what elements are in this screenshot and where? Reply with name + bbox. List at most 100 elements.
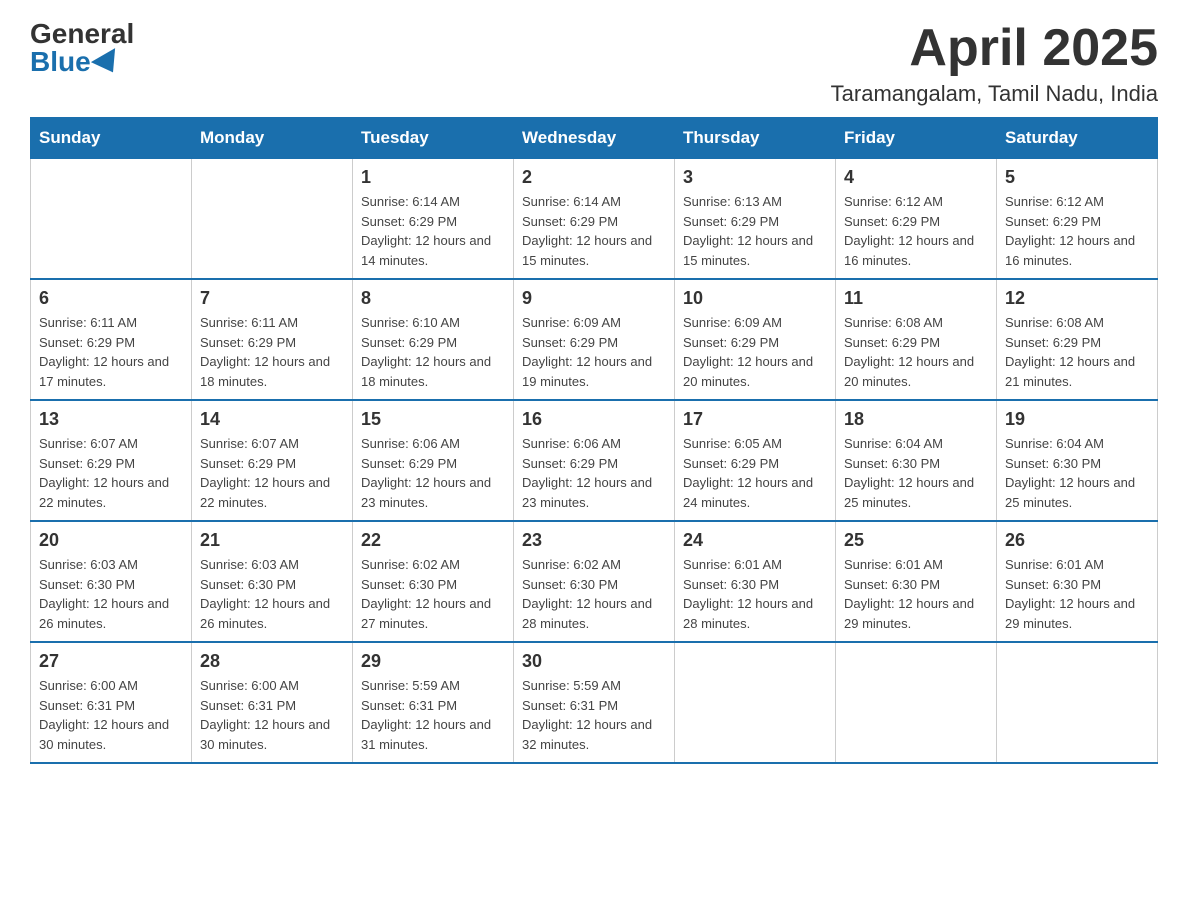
day-cell: 18 Sunrise: 6:04 AMSunset: 6:30 PMDayligh… (836, 400, 997, 521)
day-info: Sunrise: 6:00 AMSunset: 6:31 PMDaylight:… (39, 676, 183, 754)
day-info: Sunrise: 6:12 AMSunset: 6:29 PMDaylight:… (844, 192, 988, 270)
day-cell: 27 Sunrise: 6:00 AMSunset: 6:31 PMDayligh… (31, 642, 192, 763)
day-number: 12 (1005, 288, 1149, 309)
col-header-wednesday: Wednesday (514, 118, 675, 159)
day-info: Sunrise: 6:12 AMSunset: 6:29 PMDaylight:… (1005, 192, 1149, 270)
calendar-title: April 2025 (831, 20, 1158, 77)
col-header-friday: Friday (836, 118, 997, 159)
day-cell: 3 Sunrise: 6:13 AMSunset: 6:29 PMDaylight… (675, 159, 836, 280)
day-cell: 28 Sunrise: 6:00 AMSunset: 6:31 PMDayligh… (192, 642, 353, 763)
day-cell: 17 Sunrise: 6:05 AMSunset: 6:29 PMDayligh… (675, 400, 836, 521)
day-cell: 5 Sunrise: 6:12 AMSunset: 6:29 PMDaylight… (997, 159, 1158, 280)
day-info: Sunrise: 5:59 AMSunset: 6:31 PMDaylight:… (522, 676, 666, 754)
week-row-2: 6 Sunrise: 6:11 AMSunset: 6:29 PMDaylight… (31, 279, 1158, 400)
day-cell: 13 Sunrise: 6:07 AMSunset: 6:29 PMDayligh… (31, 400, 192, 521)
day-cell: 21 Sunrise: 6:03 AMSunset: 6:30 PMDayligh… (192, 521, 353, 642)
day-number: 24 (683, 530, 827, 551)
day-number: 22 (361, 530, 505, 551)
day-info: Sunrise: 6:03 AMSunset: 6:30 PMDaylight:… (39, 555, 183, 633)
day-info: Sunrise: 6:14 AMSunset: 6:29 PMDaylight:… (361, 192, 505, 270)
logo-blue-text: Blue (30, 48, 121, 76)
day-cell: 2Sunrise: 6:14 AMSunset: 6:29 PMDaylight… (514, 159, 675, 280)
col-header-tuesday: Tuesday (353, 118, 514, 159)
week-row-1: 1 Sunrise: 6:14 AMSunset: 6:29 PMDaylight… (31, 159, 1158, 280)
day-number: 2 (522, 167, 666, 188)
week-row-5: 27 Sunrise: 6:00 AMSunset: 6:31 PMDayligh… (31, 642, 1158, 763)
day-cell: 11 Sunrise: 6:08 AMSunset: 6:29 PMDayligh… (836, 279, 997, 400)
day-info: Sunrise: 6:02 AMSunset: 6:30 PMDaylight:… (361, 555, 505, 633)
day-number: 16 (522, 409, 666, 430)
day-cell: 15 Sunrise: 6:06 AMSunset: 6:29 PMDayligh… (353, 400, 514, 521)
day-cell: 26 Sunrise: 6:01 AMSunset: 6:30 PMDayligh… (997, 521, 1158, 642)
day-number: 3 (683, 167, 827, 188)
day-number: 14 (200, 409, 344, 430)
day-cell: 16 Sunrise: 6:06 AMSunset: 6:29 PMDayligh… (514, 400, 675, 521)
day-number: 21 (200, 530, 344, 551)
day-number: 28 (200, 651, 344, 672)
day-cell: 25Sunrise: 6:01 AMSunset: 6:30 PMDayligh… (836, 521, 997, 642)
page-header: General Blue April 2025 Taramangalam, Ta… (30, 20, 1158, 107)
day-info: Sunrise: 6:09 AMSunset: 6:29 PMDaylight:… (522, 313, 666, 391)
day-cell: 24 Sunrise: 6:01 AMSunset: 6:30 PMDayligh… (675, 521, 836, 642)
day-info: Sunrise: 6:10 AMSunset: 6:29 PMDaylight:… (361, 313, 505, 391)
day-number: 27 (39, 651, 183, 672)
day-number: 6 (39, 288, 183, 309)
day-info: Sunrise: 6:01 AMSunset: 6:30 PMDaylight:… (683, 555, 827, 633)
day-number: 15 (361, 409, 505, 430)
day-number: 17 (683, 409, 827, 430)
day-info: Sunrise: 6:07 AMSunset: 6:29 PMDaylight:… (200, 434, 344, 512)
col-header-sunday: Sunday (31, 118, 192, 159)
day-info: Sunrise: 6:00 AMSunset: 6:31 PMDaylight:… (200, 676, 344, 754)
day-number: 19 (1005, 409, 1149, 430)
day-cell: 10 Sunrise: 6:09 AMSunset: 6:29 PMDayligh… (675, 279, 836, 400)
day-info: Sunrise: 6:06 AMSunset: 6:29 PMDaylight:… (361, 434, 505, 512)
day-info: Sunrise: 6:09 AMSunset: 6:29 PMDaylight:… (683, 313, 827, 391)
day-cell (675, 642, 836, 763)
day-info: Sunrise: 6:05 AMSunset: 6:29 PMDaylight:… (683, 434, 827, 512)
day-number: 7 (200, 288, 344, 309)
day-cell: 1 Sunrise: 6:14 AMSunset: 6:29 PMDaylight… (353, 159, 514, 280)
logo: General Blue (30, 20, 134, 76)
day-cell: 22 Sunrise: 6:02 AMSunset: 6:30 PMDayligh… (353, 521, 514, 642)
day-cell: 30 Sunrise: 5:59 AMSunset: 6:31 PMDayligh… (514, 642, 675, 763)
day-info: Sunrise: 6:03 AMSunset: 6:30 PMDaylight:… (200, 555, 344, 633)
day-number: 18 (844, 409, 988, 430)
logo-general-text: General (30, 20, 134, 48)
day-cell: 4Sunrise: 6:12 AMSunset: 6:29 PMDaylight… (836, 159, 997, 280)
day-cell (192, 159, 353, 280)
day-cell: 14 Sunrise: 6:07 AMSunset: 6:29 PMDayligh… (192, 400, 353, 521)
day-number: 11 (844, 288, 988, 309)
day-number: 1 (361, 167, 505, 188)
header-row: SundayMondayTuesdayWednesdayThursdayFrid… (31, 118, 1158, 159)
day-number: 8 (361, 288, 505, 309)
title-block: April 2025 Taramangalam, Tamil Nadu, Ind… (831, 20, 1158, 107)
day-cell: 29Sunrise: 5:59 AMSunset: 6:31 PMDayligh… (353, 642, 514, 763)
day-info: Sunrise: 6:11 AMSunset: 6:29 PMDaylight:… (39, 313, 183, 391)
logo-triangle-icon (91, 48, 125, 79)
day-info: Sunrise: 6:07 AMSunset: 6:29 PMDaylight:… (39, 434, 183, 512)
day-info: Sunrise: 6:08 AMSunset: 6:29 PMDaylight:… (844, 313, 988, 391)
col-header-saturday: Saturday (997, 118, 1158, 159)
calendar-subtitle: Taramangalam, Tamil Nadu, India (831, 81, 1158, 107)
day-cell: 9Sunrise: 6:09 AMSunset: 6:29 PMDaylight… (514, 279, 675, 400)
calendar-table: SundayMondayTuesdayWednesdayThursdayFrid… (30, 117, 1158, 764)
day-info: Sunrise: 6:04 AMSunset: 6:30 PMDaylight:… (1005, 434, 1149, 512)
day-number: 20 (39, 530, 183, 551)
day-info: Sunrise: 6:06 AMSunset: 6:29 PMDaylight:… (522, 434, 666, 512)
day-info: Sunrise: 6:01 AMSunset: 6:30 PMDaylight:… (844, 555, 988, 633)
day-number: 5 (1005, 167, 1149, 188)
day-number: 30 (522, 651, 666, 672)
day-cell (997, 642, 1158, 763)
day-number: 10 (683, 288, 827, 309)
day-cell: 6 Sunrise: 6:11 AMSunset: 6:29 PMDaylight… (31, 279, 192, 400)
day-cell: 7 Sunrise: 6:11 AMSunset: 6:29 PMDaylight… (192, 279, 353, 400)
day-info: Sunrise: 6:01 AMSunset: 6:30 PMDaylight:… (1005, 555, 1149, 633)
day-info: Sunrise: 6:13 AMSunset: 6:29 PMDaylight:… (683, 192, 827, 270)
day-info: Sunrise: 5:59 AMSunset: 6:31 PMDaylight:… (361, 676, 505, 754)
day-number: 13 (39, 409, 183, 430)
day-cell: 8 Sunrise: 6:10 AMSunset: 6:29 PMDaylight… (353, 279, 514, 400)
calendar-header: SundayMondayTuesdayWednesdayThursdayFrid… (31, 118, 1158, 159)
day-info: Sunrise: 6:11 AMSunset: 6:29 PMDaylight:… (200, 313, 344, 391)
day-info: Sunrise: 6:04 AMSunset: 6:30 PMDaylight:… (844, 434, 988, 512)
day-number: 26 (1005, 530, 1149, 551)
